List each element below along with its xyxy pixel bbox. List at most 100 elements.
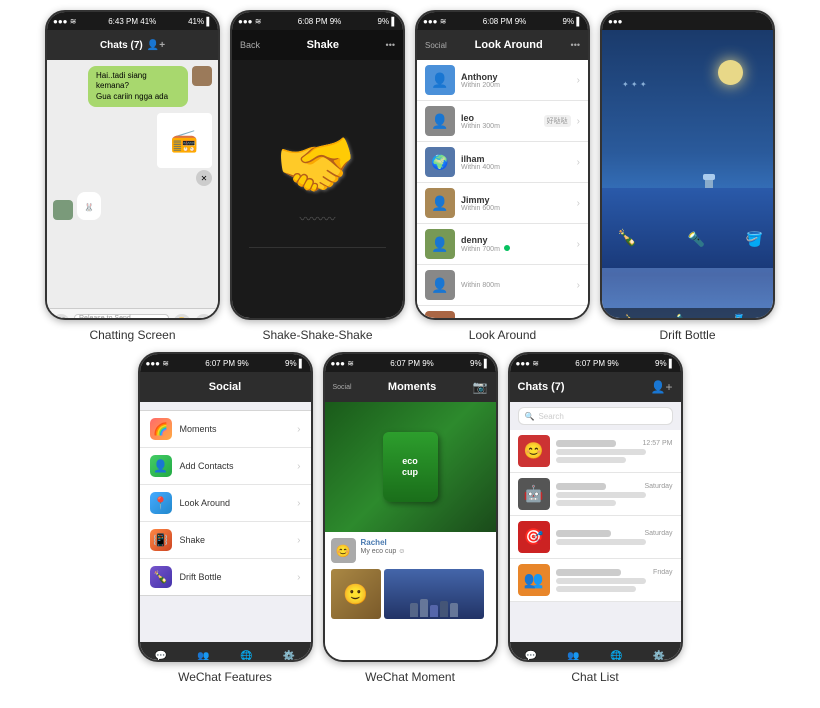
phone-shake-wrapper: ●●● ≋ 6:08 PM 9% 9% ▌ Back Shake ••• 🤝 〰… [230, 10, 405, 342]
moment-social-tag: Social [333, 384, 352, 391]
tabbar-contacts-icon-features: 👥 [197, 651, 209, 662]
driftbottle-feature-label: Drift Bottle [180, 572, 290, 582]
features-tab-bar: 💬 Chats 👥 Contacts 🌐 Social ⚙️ [140, 642, 311, 662]
phone-drift-label: Drift Bottle [659, 328, 715, 342]
battery-lookaround: 9% ▌ [563, 17, 582, 26]
chatlist-search-bar: 🔍 Search [510, 402, 681, 430]
voice-message-row: ✕ [196, 170, 212, 186]
person-row-anthony[interactable]: 👤 Anthony Within 200m › [417, 60, 588, 101]
lookaround-feature-chevron: › [297, 498, 300, 509]
emoji-btn[interactable]: 😊 [173, 314, 191, 321]
drift-pick-btn[interactable]: 🔦 Pick [674, 314, 687, 320]
status-bar-chat: ●●● ≋ 6:43 PM 41% 41% ▌ [47, 12, 218, 30]
drift-bottle-icon: 🍾 [617, 228, 637, 248]
phone-moment: ●●● ≋ 6:07 PM 9% 9% ▌ Social Moments 📷 e… [323, 352, 498, 662]
chat-name-row-2: Saturday [556, 530, 673, 537]
feature-moments[interactable]: 🌈 Moments › [140, 411, 311, 448]
main-container: ●●● ≋ 6:43 PM 41% 41% ▌ Chats (7) 👤+ Hai… [0, 0, 820, 694]
status-bar-lookaround: ●●● ≋ 6:08 PM 9% 9% ▌ [417, 12, 588, 30]
user-avatar-right [192, 66, 212, 86]
chat-name-row-3: Friday [556, 569, 673, 576]
phone-shake: ●●● ≋ 6:08 PM 9% 9% ▌ Back Shake ••• 🤝 〰… [230, 10, 405, 320]
moment-cover-photo: ecocup [325, 402, 496, 532]
moments-icon: 🌈 [150, 418, 172, 440]
chat-preview-sub-1 [556, 500, 616, 506]
person-row-jimmy[interactable]: 👤 Jimmy Within 600m › [417, 183, 588, 224]
person-row-ariun[interactable]: 👤 Ariun Aby Suhendra [417, 306, 588, 320]
person-avatar-ilham: 🌍 [425, 147, 455, 177]
status-bar-moment: ●●● ≋ 6:07 PM 9% 9% ▌ [325, 354, 496, 372]
moments-chevron: › [297, 424, 300, 435]
tabbar-social-chatlist[interactable]: 🌐 Social [595, 651, 638, 662]
tabbar-chats-chatlist[interactable]: 💬 Chats [510, 651, 553, 662]
tabbar-chats-features[interactable]: 💬 Chats [140, 651, 183, 662]
chat-time-0: 12:57 PM [643, 440, 673, 447]
voice-toggle-btn[interactable]: 🎤 [52, 314, 70, 321]
tabbar-settings-chatlist[interactable]: ⚙️ Settings [638, 651, 681, 662]
photo-thumb-1: 🙂 [331, 569, 381, 619]
tabbar-settings-icon-chatlist: ⚙️ [653, 651, 665, 662]
person-name-jimmy: Jimmy [461, 195, 571, 205]
lookaround-screen: Social Look Around ••• 👤 Anthony Within … [417, 30, 588, 320]
shake-more-btn[interactable]: ••• [386, 40, 395, 50]
tabbar-contacts-features[interactable]: 👥 Contacts [182, 651, 225, 662]
row2: ●●● ≋ 6:07 PM 9% 9% ▌ Social 🌈 Moments [20, 352, 800, 684]
chat-preview-3 [556, 578, 646, 584]
feature-lookaround[interactable]: 📍 Look Around › [140, 485, 311, 522]
people-list: 👤 Anthony Within 200m › 👤 leo [417, 60, 588, 320]
chat-input-bar: 🎤 Release to Send 😊 + [47, 308, 218, 320]
photo-crowd [384, 569, 484, 619]
moment-post: 😊 Rachel My eco cup ☺ [325, 532, 496, 569]
chat-row-2[interactable]: 🎯 Saturday [510, 516, 681, 559]
person-row-denny[interactable]: 👤 denny Within 700m › [417, 224, 588, 265]
poster-avatar: 😊 [331, 538, 356, 563]
person-row-ilham[interactable]: 🌍 ilham Within 400m › [417, 142, 588, 183]
person-row-unknown[interactable]: 👤 Within 800m › [417, 265, 588, 306]
mybottles-icon: 🪣 [735, 314, 744, 320]
tabbar-social-features[interactable]: 🌐 Social [225, 651, 268, 662]
tabbar-contacts-icon-chatlist: 👥 [567, 651, 579, 662]
phone-lookaround-wrapper: ●●● ≋ 6:08 PM 9% 9% ▌ Social Look Around… [415, 10, 590, 342]
tabbar-contacts-chatlist[interactable]: 👥 Contacts [552, 651, 595, 662]
search-input-bar[interactable]: 🔍 Search [518, 407, 673, 425]
status-bar-drift: ●●● [602, 12, 773, 30]
chatlist-add-btn[interactable]: 👤+ [651, 380, 673, 394]
chat-row-3[interactable]: 👥 Friday [510, 559, 681, 602]
chat-name-blurred-2 [556, 530, 611, 537]
chat-time-1: Saturday [644, 483, 672, 490]
input-placeholder: Release to Send [79, 315, 131, 321]
phone-features-wrapper: ●●● ≋ 6:07 PM 9% 9% ▌ Social 🌈 Moments [138, 352, 313, 684]
lookaround-title: Look Around [447, 39, 571, 51]
person-chevron-jimmy: › [577, 198, 580, 209]
feature-shake[interactable]: 📳 Shake › [140, 522, 311, 559]
tabbar-settings-features[interactable]: ⚙️ Settings [268, 651, 311, 662]
drift-mybottles-btn[interactable]: 🪣 My Bottles [723, 314, 756, 320]
drift-throw-btn[interactable]: 🍾 Throw [620, 314, 639, 320]
chat-row-0[interactable]: 😊 12:57 PM [510, 430, 681, 473]
person-row-leo[interactable]: 👤 leo Within 300m 好哒哒 › [417, 101, 588, 142]
shake-back-btn[interactable]: Back [240, 40, 260, 50]
lookaround-more-btn[interactable]: ••• [571, 40, 580, 50]
phone-moment-wrapper: ●●● ≋ 6:07 PM 9% 9% ▌ Social Moments 📷 e… [323, 352, 498, 684]
chat-row-1[interactable]: 🤖 Saturday [510, 473, 681, 516]
person-avatar-anthony: 👤 [425, 65, 455, 95]
feature-addcontacts[interactable]: 👤 Add Contacts › [140, 448, 311, 485]
user-avatar-left [53, 200, 73, 220]
signal-moment: ●●● ≋ [331, 359, 354, 368]
feature-driftbottle[interactable]: 🍾 Drift Bottle › [140, 559, 311, 595]
throw-icon: 🍾 [625, 314, 634, 320]
chat-name-blurred-1 [556, 483, 606, 490]
features-group: 🌈 Moments › 👤 Add Contacts › 📍 [140, 410, 311, 596]
chat-preview-2 [556, 539, 646, 545]
person-name-ilham: ilham [461, 154, 571, 164]
chat-input-field[interactable]: Release to Send [74, 314, 169, 321]
phone-features-label: WeChat Features [178, 670, 272, 684]
time-lookaround: 6:08 PM 9% [483, 17, 527, 26]
add-contact-icon[interactable]: 👤+ [147, 40, 165, 51]
cancel-voice-btn[interactable]: ✕ [196, 170, 212, 186]
person-avatar-ariun: 👤 [425, 311, 455, 320]
moment-camera-btn[interactable]: 📷 [473, 380, 488, 394]
plus-btn[interactable]: + [195, 314, 213, 321]
signal-drift: ●●● [608, 17, 623, 26]
shake-title: Shake [260, 39, 386, 51]
